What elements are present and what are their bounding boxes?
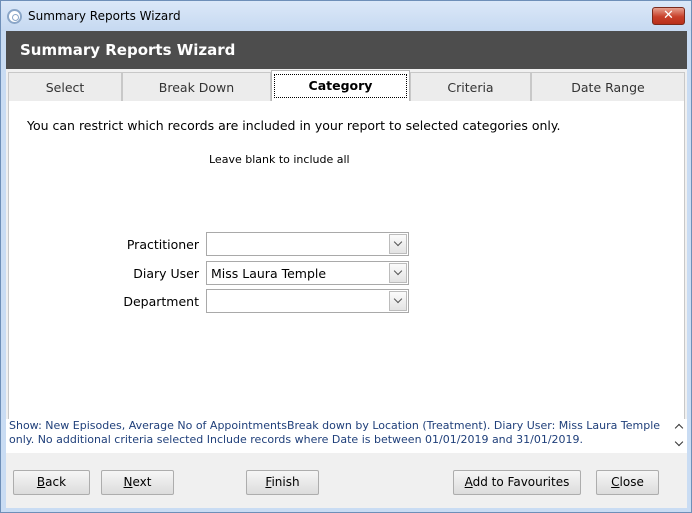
report-summary: Show: New Episodes, Average No of Appoin… — [6, 419, 687, 453]
finish-button-label: inish — [271, 475, 300, 489]
back-button-accel: B — [36, 475, 46, 489]
department-combo[interactable] — [206, 289, 409, 313]
tab-break-down[interactable]: Break Down — [122, 72, 271, 101]
wizard-header: Summary Reports Wizard — [6, 31, 687, 69]
category-panel: You can restrict which records are inclu… — [8, 101, 685, 441]
back-button-label: ack — [45, 475, 67, 489]
tab-select[interactable]: Select — [8, 72, 122, 101]
title-bar[interactable]: Summary Reports Wizard ✕ — [1, 1, 691, 31]
diary-user-value: Miss Laura Temple — [211, 266, 327, 281]
add-to-favourites-accel: A — [464, 475, 473, 489]
add-to-favourites-button[interactable]: Add to Favourites — [453, 470, 581, 495]
wizard-tabs: Select Break Down Category Criteria Date… — [6, 70, 687, 101]
wizard-window: Summary Reports Wizard ✕ Summary Reports… — [0, 0, 692, 513]
wizard-client-area: Summary Reports Wizard Select Break Down… — [6, 31, 687, 508]
add-to-favourites-label: dd to Favourites — [472, 475, 570, 489]
chevron-down-icon[interactable] — [389, 234, 407, 254]
diary-user-label: Diary User — [133, 266, 199, 281]
chevron-down-icon[interactable] — [389, 291, 407, 311]
scroll-down-icon[interactable] — [674, 439, 684, 449]
back-button[interactable]: Back — [13, 470, 90, 495]
close-button-accel: C — [611, 475, 620, 489]
chevron-down-icon[interactable] — [389, 263, 407, 283]
tab-category[interactable]: Category — [271, 70, 410, 101]
next-button-accel: N — [123, 475, 133, 489]
department-label: Department — [123, 294, 199, 309]
practitioner-combo[interactable] — [206, 232, 409, 256]
next-button-label: ext — [132, 475, 152, 489]
tab-date-range[interactable]: Date Range — [531, 72, 685, 101]
tab-criteria[interactable]: Criteria — [410, 72, 531, 101]
app-icon — [7, 9, 22, 24]
next-button[interactable]: Next — [101, 470, 174, 495]
diary-user-combo[interactable]: Miss Laura Temple — [206, 261, 409, 285]
scroll-up-icon[interactable] — [674, 421, 684, 431]
close-button[interactable]: Close — [596, 470, 659, 495]
leave-blank-hint: Leave blank to include all — [209, 153, 350, 166]
category-intro-text: You can restrict which records are inclu… — [27, 118, 561, 133]
window-close-button[interactable]: ✕ — [652, 7, 685, 25]
finish-button[interactable]: Finish — [246, 470, 319, 495]
practitioner-label: Practitioner — [126, 237, 199, 252]
wizard-header-title: Summary Reports Wizard — [20, 41, 236, 59]
tab-category-label: Category — [273, 74, 408, 98]
close-button-label: lose — [619, 475, 644, 489]
window-title: Summary Reports Wizard — [28, 9, 181, 23]
report-summary-text: Show: New Episodes, Average No of Appoin… — [9, 419, 661, 446]
